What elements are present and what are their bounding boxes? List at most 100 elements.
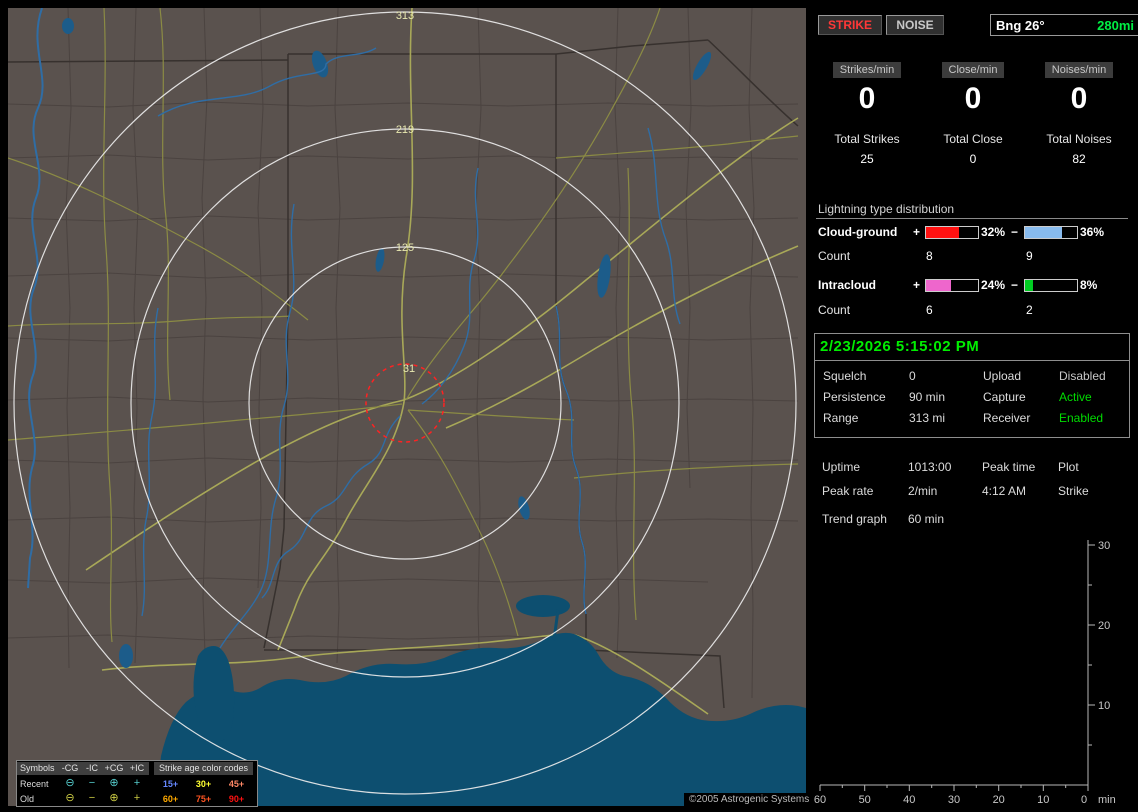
plus-sign: +: [913, 278, 921, 292]
distribution-title: Lightning type distribution: [818, 202, 955, 216]
peak-rate-row: Peak rate 2/min 4:12 AM Strike: [814, 482, 1134, 500]
plot-mode-value: Strike: [1058, 484, 1089, 498]
intracloud-negative-pct: 8%: [1080, 278, 1098, 292]
bar-fill: [1025, 227, 1063, 238]
map-legend: Symbols -CG -IC +CG +IC Strike age color…: [16, 760, 258, 807]
pos-ic-icon: +: [133, 792, 141, 804]
total-noises-label: Total Noises: [1046, 132, 1112, 146]
intracloud-positive-count: 6: [926, 303, 933, 317]
trend-axis-labels: 30 20 10 60 50 40 30 20 10 0 min: [814, 540, 1116, 806]
legend-col-pos-cg: +CG: [103, 762, 125, 775]
control-panel: STRIKE NOISE Bng 26° 280mi Strikes/min 0…: [814, 0, 1138, 812]
count-label: Count: [818, 249, 851, 263]
cloud-ground-negative-count: 9: [1026, 249, 1033, 263]
bar-fill: [1025, 280, 1034, 291]
intracloud-negative-bar: [1024, 279, 1078, 292]
strike-toggle-button[interactable]: STRIKE: [818, 15, 882, 35]
intracloud-label: Intracloud: [818, 278, 877, 292]
coastal-bay: [516, 595, 570, 617]
range-setting-value: 313 mi: [909, 411, 946, 425]
total-noises-value: 82: [1072, 152, 1086, 166]
capture-label: Capture: [983, 390, 1026, 404]
squelch-value: 0: [909, 369, 916, 383]
status-row-squelch: Squelch 0 Upload Disabled: [815, 366, 1129, 387]
distribution-divider: [816, 218, 1128, 219]
pos-cg-icon: ⊕: [109, 777, 119, 789]
squelch-label: Squelch: [823, 369, 867, 383]
uptime-row: Uptime 1013:00 Peak time Plot: [814, 458, 1134, 476]
x-tick-60: 60: [814, 794, 826, 806]
noise-toggle-button[interactable]: NOISE: [886, 15, 944, 35]
upload-label: Upload: [983, 369, 1022, 383]
cloud-ground-negative-pct: 36%: [1080, 225, 1105, 239]
ring-label-31: 31: [403, 363, 415, 375]
x-tick-40: 40: [903, 794, 915, 806]
minus-sign: −: [1011, 278, 1019, 292]
pos-ic-icon: +: [133, 777, 141, 789]
x-tick-50: 50: [859, 794, 871, 806]
ring-label-313: 313: [396, 10, 414, 22]
cloud-ground-negative-bar: [1024, 226, 1078, 239]
neg-cg-icon: ⊖: [65, 792, 75, 804]
y-tick-10: 10: [1098, 700, 1110, 712]
bar-fill: [926, 280, 951, 291]
cloud-ground-label: Cloud-ground: [818, 225, 898, 239]
cloud-ground-row: Cloud-ground + 32% − 36%: [814, 225, 1134, 241]
noises-per-min-label: Noises/min: [1044, 62, 1114, 78]
legend-symbols-title: Symbols: [17, 762, 59, 775]
status-row-persistence: Persistence 90 min Capture Active: [815, 387, 1129, 408]
status-row-range: Range 313 mi Receiver Enabled: [815, 408, 1129, 429]
total-strikes-label: Total Strikes: [834, 132, 900, 146]
uptime-label: Uptime: [822, 460, 861, 474]
strikes-per-min-column: Strikes/min 0 Total Strikes 25: [814, 62, 920, 166]
datetime-display: 2/23/2026 5:15:02 PM: [815, 334, 1129, 361]
legend-col-neg-ic: -IC: [81, 762, 103, 775]
pos-cg-icon: ⊕: [109, 792, 119, 804]
x-tick-30: 30: [948, 794, 960, 806]
legend-col-neg-cg: -CG: [59, 762, 81, 775]
status-box: 2/23/2026 5:15:02 PM Squelch 0 Upload Di…: [814, 333, 1130, 438]
uptime-value: 1013:00: [908, 460, 952, 474]
y-tick-20: 20: [1098, 620, 1110, 632]
persistence-label: Persistence: [823, 390, 886, 404]
strike-map: 313 219 125 31: [7, 7, 806, 806]
count-label: Count: [818, 303, 851, 317]
neg-ic-icon: −: [88, 777, 96, 789]
intracloud-count-row: Count 6 2: [814, 303, 1134, 319]
ring-label-125: 125: [396, 242, 414, 254]
trend-graph-label: Trend graph: [822, 512, 887, 526]
neg-cg-icon: ⊖: [65, 777, 75, 789]
intracloud-negative-count: 2: [1026, 303, 1033, 317]
cloud-ground-count-row: Count 8 9: [814, 249, 1134, 265]
intracloud-row: Intracloud + 24% − 8%: [814, 278, 1134, 294]
cloud-ground-positive-count: 8: [926, 249, 933, 263]
intracloud-positive-pct: 24%: [981, 278, 1006, 292]
close-per-min-label: Close/min: [941, 62, 1005, 78]
trend-graph-value: 60 min: [908, 512, 945, 526]
x-tick-20: 20: [993, 794, 1005, 806]
trend-graph: 30 20 10 60 50 40 30 20 10 0 min: [814, 540, 1116, 806]
cloud-ground-positive-bar: [925, 226, 979, 239]
copyright-text: ©2005 Astrogenic Systems: [684, 793, 815, 806]
legend-row-recent-label: Recent: [20, 778, 49, 789]
age-45: 45+: [228, 778, 245, 789]
strikes-per-min-label: Strikes/min: [832, 62, 902, 78]
total-close-value: 0: [969, 152, 977, 166]
close-per-min-value: 0: [964, 82, 982, 115]
receiver-status: Enabled: [1059, 411, 1104, 425]
lightning-detector-app: 313 219 125 31 Symbols -CG -IC +CG +IC S…: [0, 0, 1138, 812]
legend-col-pos-ic: +IC: [125, 762, 149, 775]
trend-graph-row: Trend graph 60 min: [814, 510, 1134, 528]
x-axis-unit: min: [1098, 794, 1116, 806]
intracloud-positive-bar: [925, 279, 979, 292]
upload-status: Disabled: [1059, 369, 1106, 383]
cloud-ground-positive-pct: 32%: [981, 225, 1006, 239]
persistence-value: 90 min: [909, 390, 946, 404]
age-75: 75+: [195, 793, 212, 804]
map-canvas[interactable]: 313 219 125 31: [7, 7, 806, 806]
legend-row-old-label: Old: [20, 793, 35, 804]
age-15: 15+: [162, 778, 179, 789]
ring-label-219: 219: [396, 124, 414, 136]
peak-rate-value: 2/min: [908, 484, 938, 498]
age-30: 30+: [195, 778, 212, 789]
